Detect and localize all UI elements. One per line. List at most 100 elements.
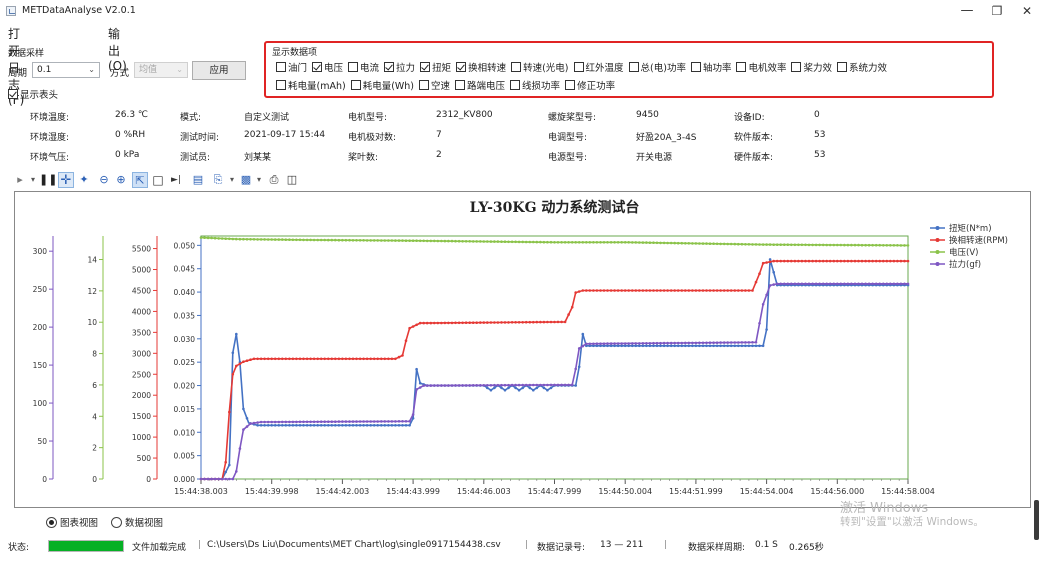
checkbox-box[interactable] [565, 80, 576, 90]
checkbox-box[interactable] [736, 62, 747, 72]
series-point [312, 424, 316, 427]
close-button[interactable]: ✕ [1012, 1, 1042, 21]
checkbox-box[interactable] [791, 62, 802, 72]
series-point [885, 259, 889, 263]
display-item-checkbox[interactable]: 电机效率 [736, 62, 786, 74]
display-item-checkbox[interactable]: 电压 [312, 62, 343, 74]
series-point [482, 240, 486, 243]
series-point [641, 241, 645, 244]
series-point [804, 259, 807, 263]
reset-axis-icon[interactable]: ►|◀ [168, 172, 184, 201]
display-item-checkbox[interactable]: 桨力效 [791, 62, 832, 74]
print-icon[interactable]: ⎙ [266, 172, 282, 188]
checkbox-box[interactable] [690, 62, 701, 72]
display-item-checkbox[interactable]: 红外温度 [573, 62, 624, 74]
series-point [768, 260, 772, 264]
env-humidity-label: 环境湿度: [30, 133, 70, 143]
display-item-checkbox[interactable]: 路端电压 [455, 80, 505, 92]
checkbox-box[interactable] [350, 80, 361, 90]
checkbox-box[interactable] [419, 80, 430, 90]
series-point [662, 289, 666, 292]
checkbox-box[interactable] [276, 80, 286, 90]
checkbox-box[interactable] [511, 62, 522, 72]
apply-button[interactable]: 应用 [192, 61, 246, 80]
properties-icon[interactable]: ▤ [190, 172, 206, 188]
series-point [882, 244, 885, 247]
select-zoom-icon[interactable]: ✦ [76, 172, 92, 188]
separator: | [198, 540, 202, 550]
checkbox-box[interactable] [510, 80, 521, 90]
series-point [839, 282, 843, 286]
checkbox-box[interactable] [837, 62, 847, 72]
data-view-radio[interactable]: 数据视图 [111, 515, 163, 529]
x-tick-label: 15:44:51.999 [669, 487, 723, 496]
series-point [804, 243, 807, 247]
device-id-value: 0 [814, 110, 820, 120]
pause-icon[interactable]: ❚❚ [39, 172, 57, 188]
x-tick-label: 15:44:56.000 [810, 487, 864, 496]
display-item-checkbox[interactable]: 转速(光电) [511, 62, 569, 74]
series-point [235, 470, 238, 473]
series-point [814, 282, 818, 286]
checkbox-box[interactable] [573, 62, 584, 72]
series-point [436, 239, 440, 243]
series-point [691, 341, 694, 345]
checkbox-box[interactable] [276, 62, 286, 72]
display-item-checkbox[interactable]: 耗电量(mAh) [276, 80, 346, 92]
series-point [418, 321, 422, 325]
x-tick-label: 15:44:50.004 [598, 487, 652, 496]
checkbox-box[interactable] [8, 89, 18, 99]
display-item-checkbox[interactable]: 系统力效 [837, 62, 887, 74]
checkbox-box[interactable] [455, 80, 466, 90]
radio-circle[interactable] [111, 517, 122, 528]
display-item-checkbox[interactable]: 轴功率 [690, 62, 731, 74]
series-point [348, 357, 351, 361]
dropdown-icon[interactable]: ▾ [251, 172, 267, 188]
display-item-checkbox[interactable]: 扭矩 [420, 62, 451, 74]
line-chart[interactable]: LY-30KG 动力系统测试台0501001502002503000246810… [15, 192, 1030, 507]
checkbox-box[interactable] [384, 62, 395, 72]
display-item-checkbox[interactable]: 耗电量(Wh) [350, 80, 414, 92]
maximize-button[interactable]: ❐ [982, 1, 1012, 21]
series-point [896, 282, 899, 286]
series-point [726, 344, 729, 348]
checkbox-box[interactable] [348, 62, 359, 72]
display-item-checkbox[interactable]: 总(电)功率 [628, 62, 686, 74]
series-point [206, 236, 210, 240]
series-point [744, 344, 747, 348]
period-select[interactable]: 0.1 ⌄ [32, 62, 100, 78]
series-point [705, 344, 708, 348]
zoom-in-icon[interactable]: ⊕ [113, 172, 129, 188]
minimize-button[interactable]: — [952, 1, 982, 21]
display-item-checkbox[interactable]: 空速 [419, 80, 450, 92]
display-item-checkbox[interactable]: 换相转速 [456, 62, 506, 74]
display-item-checkbox[interactable]: 油门 [276, 62, 307, 74]
chart-panel[interactable]: LY-30KG 动力系统测试台 0 50 100 150 200 250 300 0 2 4 6 8 10… [14, 191, 1031, 508]
series-point [319, 420, 323, 423]
pan-icon[interactable]: ✛ [58, 172, 74, 188]
chart-view-radio[interactable]: 图表视图 [46, 515, 98, 529]
series-point [655, 289, 659, 292]
print-preview-icon[interactable]: ◫ [284, 172, 300, 188]
display-item-checkbox[interactable]: 修正功率 [565, 80, 616, 92]
zoom-out-icon[interactable]: ⊖ [96, 172, 112, 188]
series-point [542, 320, 546, 324]
scrollbar-thumb[interactable] [1034, 500, 1039, 540]
display-item-checkbox[interactable]: 线损功率 [510, 80, 560, 92]
series-point [694, 344, 698, 348]
series-point [521, 321, 524, 324]
display-item-label: 修正功率 [577, 81, 616, 92]
radio-circle[interactable] [46, 517, 57, 528]
pointer-icon[interactable]: ⇱ [132, 172, 148, 188]
show-header-checkbox[interactable]: 显示表头 [8, 87, 58, 101]
checkbox-box[interactable] [456, 62, 467, 72]
series-point [383, 424, 387, 427]
display-item-checkbox[interactable]: 电流 [348, 62, 379, 74]
box-zoom-icon[interactable]: □ [150, 172, 166, 188]
display-item-checkbox[interactable]: 拉力 [384, 62, 415, 74]
checkbox-box[interactable] [420, 62, 431, 72]
env-pressure-value: 0 kPa [115, 150, 140, 160]
record-range: 13 — 211 [600, 540, 644, 550]
checkbox-box[interactable] [312, 62, 323, 72]
checkbox-box[interactable] [628, 62, 639, 72]
